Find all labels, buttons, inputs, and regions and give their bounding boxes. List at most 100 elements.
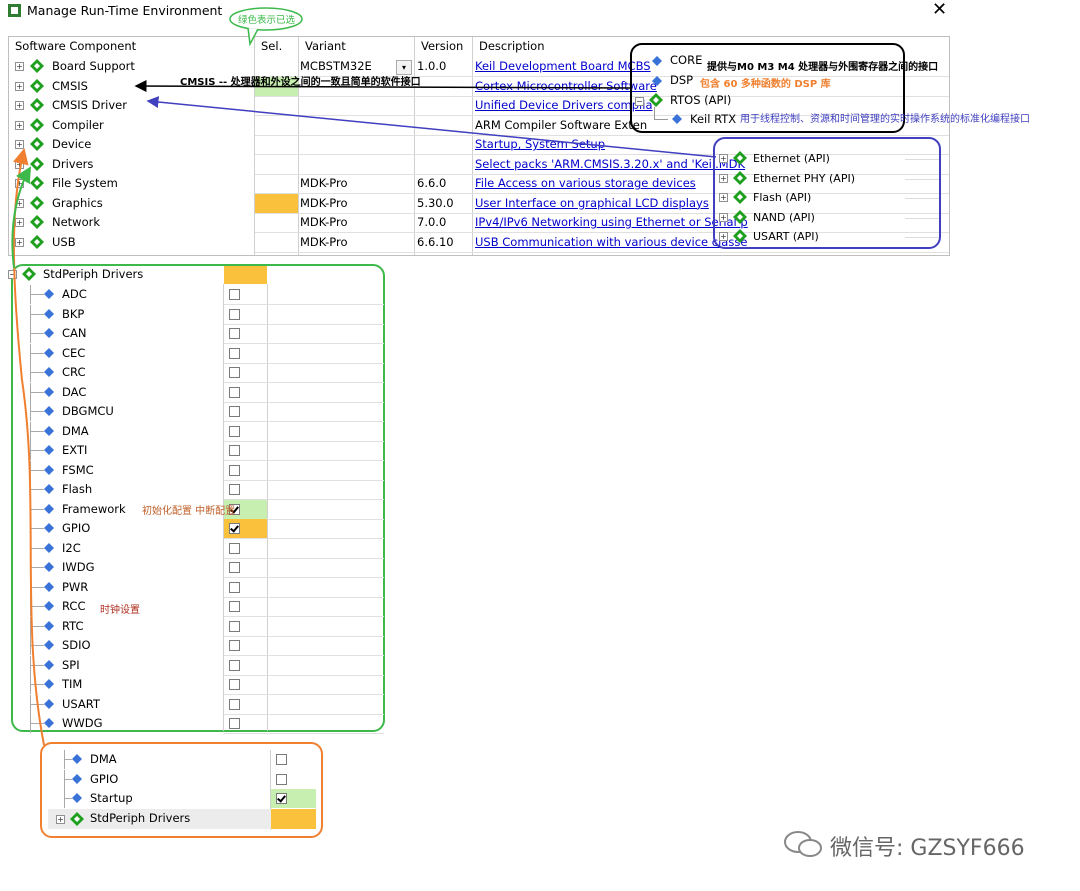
stdperiph-row[interactable]: DAC xyxy=(8,382,384,403)
stdperiph-checkbox[interactable] xyxy=(229,562,240,573)
stdperiph-row[interactable]: USART xyxy=(8,694,384,715)
component-sel[interactable] xyxy=(255,116,298,135)
stdperiph-row[interactable]: I2C xyxy=(8,538,384,559)
component-variant[interactable] xyxy=(300,116,410,135)
component-variant[interactable]: MDK-Pro xyxy=(300,174,410,193)
stdperiph-checkbox[interactable] xyxy=(229,347,240,359)
expand-icon[interactable]: + xyxy=(15,140,24,149)
expand-icon[interactable]: + xyxy=(56,815,65,824)
cmsis-dsp[interactable]: DSP xyxy=(670,73,693,87)
device-row[interactable]: Startup xyxy=(48,789,316,808)
stdperiph-checkbox[interactable] xyxy=(229,484,240,495)
device-checkbox[interactable] xyxy=(276,754,287,765)
stdperiph-checkbox[interactable] xyxy=(229,308,240,320)
component-variant[interactable]: MDK-Pro xyxy=(300,233,410,252)
stdperiph-checkbox[interactable] xyxy=(229,464,240,476)
stdperiph-checkbox[interactable] xyxy=(229,542,240,554)
stdperiph-row[interactable]: Flash xyxy=(8,480,384,500)
driver-item[interactable]: + Ethernet PHY (API) xyxy=(715,169,939,188)
stdperiph-checkbox[interactable] xyxy=(229,679,240,690)
stdperiph-row[interactable]: DBGMCU xyxy=(8,402,384,422)
stdperiph-row[interactable]: RTC xyxy=(8,616,384,637)
component-sel[interactable] xyxy=(255,135,298,154)
expand-icon[interactable]: + xyxy=(15,62,24,71)
expand-icon[interactable]: + xyxy=(719,232,728,241)
stdperiph-row[interactable]: CEC xyxy=(8,343,384,364)
expand-icon[interactable]: + xyxy=(719,193,728,202)
stdperiph-row[interactable]: CAN xyxy=(8,324,384,344)
stdperiph-checkbox[interactable] xyxy=(229,620,240,632)
stdperiph-row[interactable]: FSMC xyxy=(8,460,384,481)
component-variant[interactable] xyxy=(300,155,410,174)
stdperiph-checkbox[interactable] xyxy=(229,659,240,671)
stdperiph-checkbox[interactable] xyxy=(229,601,240,612)
device-row[interactable]: GPIO xyxy=(48,769,316,789)
stdperiph-checkbox[interactable] xyxy=(229,698,240,710)
expand-icon[interactable]: + xyxy=(15,159,24,169)
stdperiph-row[interactable]: SPI xyxy=(8,655,384,676)
expand-icon[interactable]: − xyxy=(635,97,644,106)
component-sel[interactable] xyxy=(255,155,298,174)
driver-item[interactable]: + USART (API) xyxy=(715,227,939,246)
stdperiph-checkbox[interactable] xyxy=(229,289,240,300)
keil-rtx[interactable]: Keil RTX xyxy=(690,112,736,126)
stdperiph-row[interactable]: PWR xyxy=(8,577,384,598)
stdperiph-checkbox[interactable] xyxy=(229,640,240,651)
stdperiph-checkbox[interactable] xyxy=(229,425,240,437)
device-row[interactable]: DMA xyxy=(48,750,316,769)
stdperiph-checkbox[interactable] xyxy=(229,523,240,534)
driver-item[interactable]: + NAND (API) xyxy=(715,208,939,227)
stdperiph-row[interactable]: ADC xyxy=(8,285,384,305)
expand-icon[interactable]: + xyxy=(15,81,24,91)
stdperiph-row[interactable]: WWDG xyxy=(8,714,384,734)
expand-icon[interactable]: + xyxy=(15,198,24,208)
component-sel[interactable] xyxy=(255,96,298,115)
expand-icon[interactable]: + xyxy=(719,173,728,183)
expand-icon[interactable]: + xyxy=(719,154,728,163)
stdperiph-row[interactable]: SDIO xyxy=(8,636,384,656)
stdperiph-checkbox[interactable] xyxy=(229,328,240,339)
stdperiph-row[interactable]: DMA xyxy=(8,421,384,442)
component-sel[interactable] xyxy=(255,213,298,232)
expand-icon[interactable]: + xyxy=(15,179,24,188)
component-icon xyxy=(44,600,54,611)
driver-item[interactable]: + Ethernet (API) xyxy=(715,149,939,168)
device-checkbox[interactable] xyxy=(276,773,287,785)
stdperiph-row[interactable]: CRC xyxy=(8,363,384,383)
stdperiph-row[interactable]: RCC xyxy=(8,597,384,617)
component-variant[interactable]: MDK-Pro xyxy=(300,213,410,232)
expand-icon[interactable]: + xyxy=(15,101,24,110)
component-variant[interactable] xyxy=(300,135,410,154)
component-variant[interactable]: MDK-Pro xyxy=(300,194,410,213)
component-sel[interactable] xyxy=(255,193,298,213)
close-button[interactable]: ✕ xyxy=(932,1,947,19)
expand-icon[interactable]: + xyxy=(719,212,728,222)
stdperiph-checkbox[interactable] xyxy=(229,367,240,378)
device-checkbox[interactable] xyxy=(276,793,287,804)
stdperiph-title[interactable]: StdPeriph Drivers xyxy=(43,267,143,281)
header-software-component[interactable]: Software Component xyxy=(9,37,255,56)
header-version[interactable]: Version xyxy=(415,37,473,56)
stdperiph-checkbox[interactable] xyxy=(229,581,240,593)
stdperiph-row[interactable]: TIM xyxy=(8,675,384,695)
component-sel[interactable] xyxy=(255,174,298,193)
cmsis-core[interactable]: CORE xyxy=(670,53,702,67)
expand-icon[interactable]: + xyxy=(15,120,24,130)
expand-icon[interactable]: + xyxy=(15,218,24,227)
expand-icon[interactable]: − xyxy=(8,270,17,279)
stdperiph-checkbox[interactable] xyxy=(229,445,240,456)
stdperiph-row[interactable]: IWDG xyxy=(8,558,384,578)
stdperiph-checkbox[interactable] xyxy=(229,386,240,398)
expand-icon[interactable]: + xyxy=(15,237,24,247)
driver-item[interactable]: + Flash (API) xyxy=(715,188,939,207)
stdperiph-checkbox[interactable] xyxy=(229,718,240,729)
component-sel[interactable] xyxy=(255,233,298,252)
stdperiph-checkbox[interactable] xyxy=(229,406,240,417)
header-variant[interactable]: Variant xyxy=(299,37,415,56)
device-stdperiph-row[interactable]: + StdPeriph Drivers xyxy=(48,809,316,829)
stdperiph-row[interactable]: BKP xyxy=(8,304,384,325)
stdperiph-row[interactable]: GPIO xyxy=(8,519,384,539)
component-variant[interactable] xyxy=(300,96,410,115)
cmsis-rtos[interactable]: RTOS (API) xyxy=(670,93,731,107)
stdperiph-row[interactable]: EXTI xyxy=(8,441,384,461)
